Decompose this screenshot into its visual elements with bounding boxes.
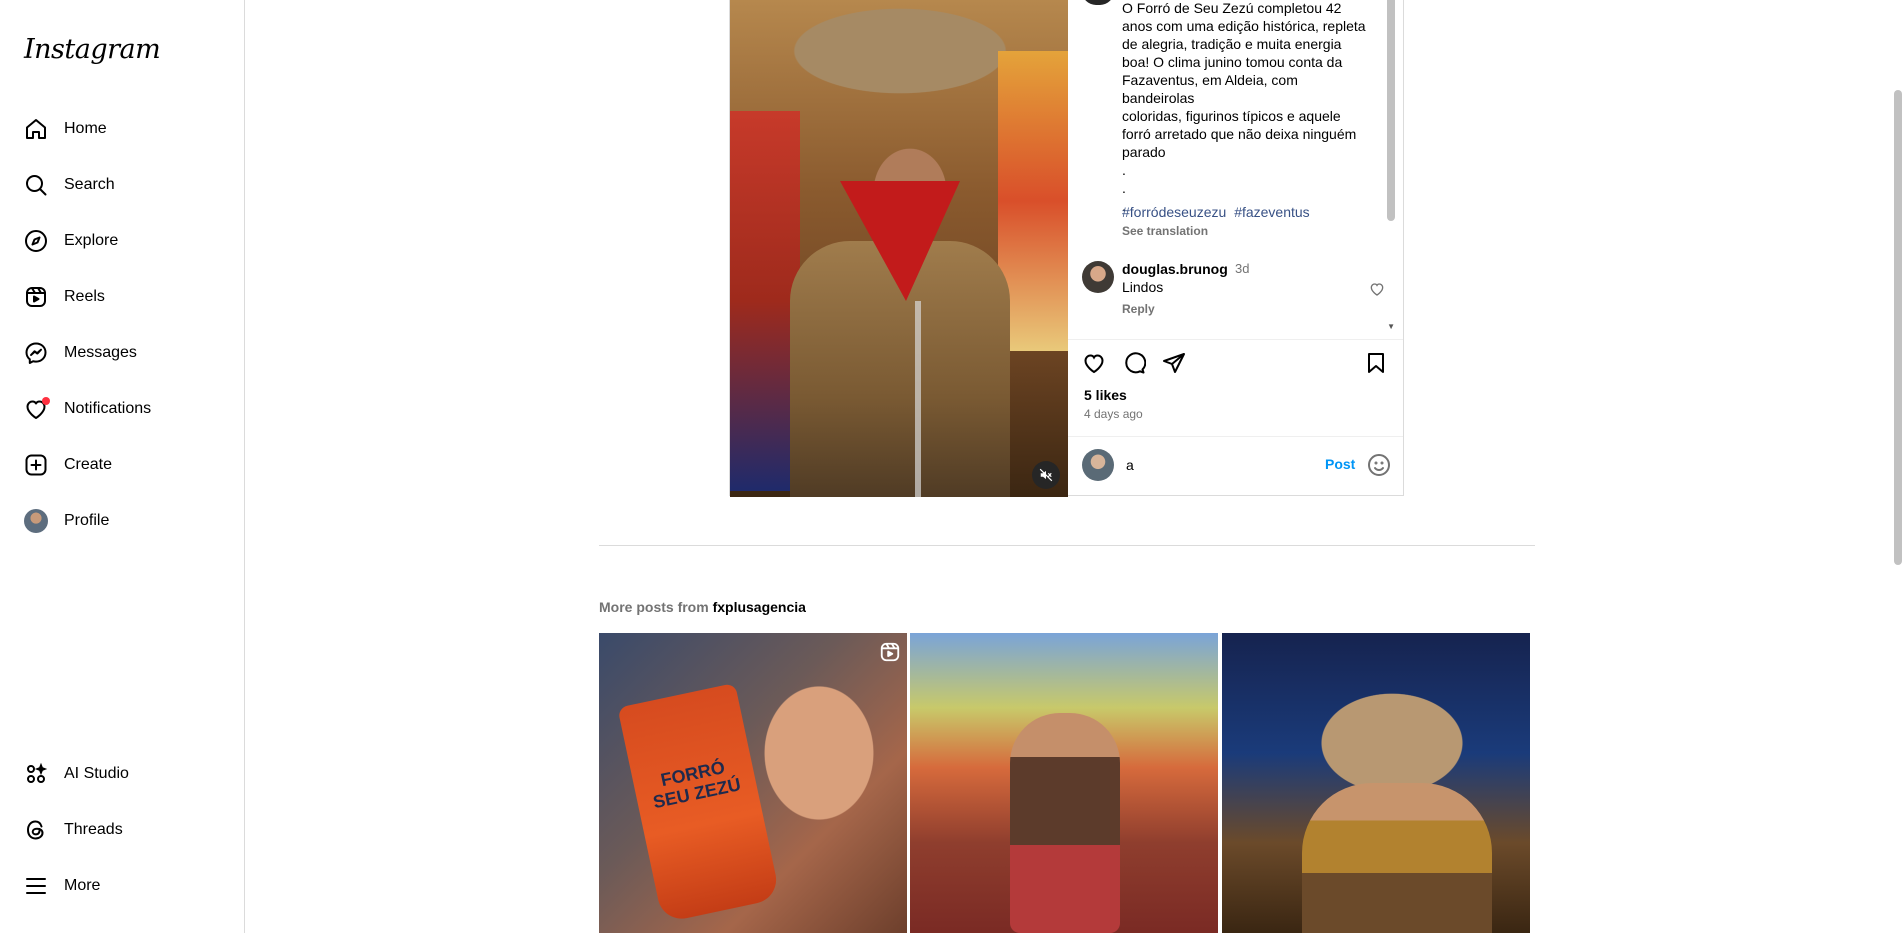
like-button[interactable] [1074,343,1114,383]
comment-like-icon[interactable] [1369,281,1385,297]
sidebar-item-create[interactable]: Create [12,441,232,489]
sidebar-item-home[interactable]: Home [12,105,232,153]
post-timestamp[interactable]: 4 days ago [1084,407,1143,421]
threads-icon [24,818,48,842]
ai-studio-icon [24,762,48,786]
comment-item: douglas.brunog 3d Lindos Reply [1082,261,1387,331]
more-post-thumbnail[interactable] [1222,633,1530,933]
page-scrollbar[interactable] [1894,90,1902,565]
author-avatar[interactable] [1082,0,1114,5]
caption-line: forró arretado que não deixa ninguém [1122,126,1357,142]
divider [1068,436,1403,437]
reels-icon [879,641,901,663]
costume-trim [915,301,921,497]
heart-icon [24,397,50,421]
sidebar-item-label: More [64,877,101,894]
more-post-thumbnail[interactable] [910,633,1218,933]
sidebar-item-label: Search [64,176,115,193]
comment-text: Lindos [1122,279,1164,295]
save-button[interactable] [1356,343,1396,383]
sidebar-item-label: Reels [64,288,105,305]
divider [1068,339,1403,340]
caption-line: anos com uma edição histórica, repleta [1122,18,1366,34]
post-actions [1082,343,1392,383]
share-button[interactable] [1154,343,1194,383]
sidebar-item-explore[interactable]: Explore [12,217,232,265]
sidebar-item-label: Home [64,120,107,137]
caption-line: coloridas, figurinos típicos e aquele [1122,108,1341,124]
avatar [24,509,48,533]
bookmark-icon [1368,353,1384,373]
sidebar: Instagram Home Search Explore Reels Mess… [0,0,245,933]
caption-text: O Forró de Seu Zezú completou 42 anos co… [1122,0,1374,233]
person-figure [1010,713,1120,933]
sidebar-item-label: Profile [64,512,110,529]
send-icon [1163,353,1185,373]
sidebar-item-label: Create [64,456,113,473]
caption-dot: . [1122,162,1126,178]
sidebar-item-label: Messages [64,344,137,361]
sidebar-item-label: Explore [64,232,119,249]
sidebar-item-search[interactable]: Search [12,161,232,209]
sidebar-item-reels[interactable]: Reels [12,273,232,321]
reels-icon [24,285,48,309]
caption-line: O Forró de Seu Zezú completou 42 [1122,0,1342,16]
sidebar-item-more[interactable]: More [12,862,232,910]
cup-label: FORRÓ SEU ZEZÚ [651,757,743,813]
hashtags: #forródeseuzezu #fazeventus [1122,204,1314,220]
more-posts-prefix: More posts from [599,599,709,615]
comment-input[interactable] [1126,453,1296,477]
see-translation-link[interactable]: See translation [1122,224,1208,238]
avatar [1082,449,1114,481]
section-divider [599,545,1535,546]
comment-username[interactable]: douglas.brunog [1122,261,1228,277]
compass-icon [24,229,48,253]
speaker-muted-icon [1039,468,1053,482]
comment-button[interactable] [1114,343,1154,383]
search-icon [24,173,48,197]
sidebar-item-label: Notifications [64,400,152,417]
caption-line: boa! O clima junino tomou conta da [1122,54,1343,70]
home-icon [24,117,48,141]
sidebar-item-label: Threads [64,821,123,838]
more-post-thumbnail[interactable]: FORRÓ SEU ZEZÚ [599,633,907,933]
hashtag-link[interactable]: #forródeseuzezu [1122,204,1226,220]
caption-dots: . . . . [1122,161,1374,233]
post-side-panel: O Forró de Seu Zezú completou 42 anos co… [1068,0,1403,497]
plus-square-icon [24,453,48,477]
sidebar-item-profile[interactable]: Profile [12,497,232,545]
account-link[interactable]: fxplusagencia [713,599,806,615]
commenter-avatar[interactable] [1082,261,1114,293]
comment-time: 3d [1235,261,1250,276]
person-figure [1302,783,1492,933]
messenger-icon [24,341,48,365]
sidebar-item-messages[interactable]: Messages [12,329,232,377]
comments-scrollbar[interactable] [1387,0,1395,221]
mute-button[interactable] [1032,461,1060,489]
likes-count[interactable]: 5 likes [1084,387,1127,403]
sidebar-item-threads[interactable]: Threads [12,806,232,854]
add-comment-bar: Post [1082,443,1392,487]
sidebar-item-label: AI Studio [64,765,129,782]
sidebar-item-ai-studio[interactable]: AI Studio [12,750,232,798]
instagram-logo[interactable]: Instagram [24,34,161,65]
caption-dot: . [1122,180,1126,196]
sidebar-item-notifications[interactable]: Notifications [12,385,232,433]
caption-line: parado [1122,144,1166,160]
post-comment-button[interactable]: Post [1325,456,1355,472]
more-posts-heading: More posts from fxplusagencia [599,599,806,615]
reply-button[interactable]: Reply [1122,302,1155,316]
caption-line: de alegria, tradição e muita energia [1122,36,1342,52]
notification-dot [42,397,50,405]
heart-icon [1084,354,1104,374]
post-card: O Forró de Seu Zezú completou 42 anos co… [729,0,1404,497]
scroll-down-arrow-icon[interactable]: ▼ [1387,322,1395,331]
cup-graphic: FORRÓ SEU ZEZÚ [617,682,781,924]
hashtag-link[interactable]: #fazeventus [1234,204,1310,220]
caption-line: Fazaventus, em Aldeia, com bandeirolas [1122,72,1298,106]
emoji-icon[interactable] [1367,453,1391,477]
comment-icon [1125,352,1146,374]
menu-icon [24,874,48,898]
post-video[interactable] [730,0,1068,497]
